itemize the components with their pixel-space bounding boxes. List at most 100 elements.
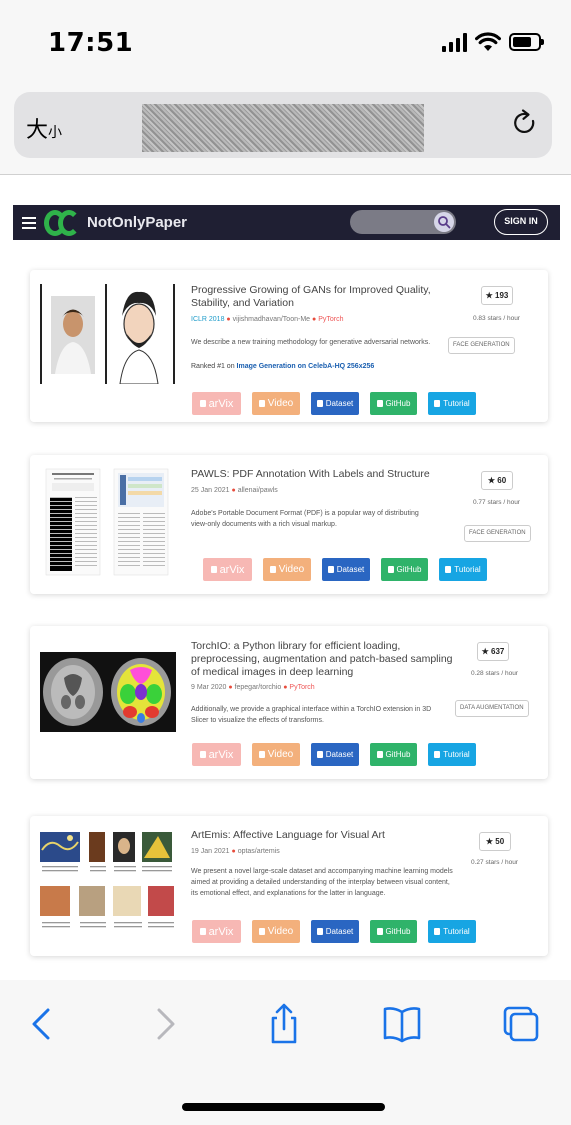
brand-name[interactable]: NotOnlyPaper [87, 214, 187, 231]
task-tag[interactable]: FACE GENERATION [464, 525, 531, 542]
github-icon [376, 751, 383, 758]
share-icon[interactable] [262, 1002, 306, 1046]
paper-thumbnail[interactable] [40, 467, 176, 577]
star-count-button[interactable]: ★ 637 [477, 642, 509, 661]
paper-title[interactable]: ArtEmis: Affective Language for Visual A… [191, 829, 451, 842]
rank-prefix: Ranked #1 on [191, 363, 235, 370]
video-button[interactable]: Video [252, 920, 300, 943]
site-logo[interactable] [44, 209, 80, 236]
paper-card: Progressive Growing of GANs for Improved… [30, 270, 548, 422]
arxiv-icon [199, 400, 206, 407]
forward-icon [157, 1008, 175, 1040]
github-label: GitHub [385, 750, 411, 759]
search-icon[interactable] [434, 212, 454, 232]
arxiv-button[interactable]: arVix [192, 392, 241, 415]
browser-toolbar [0, 980, 571, 1125]
star-count-button[interactable]: ★ 193 [481, 286, 513, 305]
arxiv-button[interactable]: arVix [203, 558, 252, 581]
paper-card: ArtEmis: Affective Language for Visual A… [30, 816, 548, 956]
framework-label: PyTorch [318, 316, 344, 323]
github-icon [387, 566, 394, 573]
conference-link[interactable]: ICLR 2018 [191, 316, 224, 323]
github-button[interactable]: GitHub [370, 920, 417, 943]
video-label: Video [278, 564, 305, 575]
resource-buttons: arVix Video Dataset GitHub Tutorial [192, 392, 476, 415]
repo-name[interactable]: vijishmadhavan/Toon-Me [233, 316, 310, 323]
github-icon [376, 400, 383, 407]
star-count-button[interactable]: ★ 50 [479, 832, 511, 851]
dataset-icon [316, 751, 323, 758]
resource-buttons: arVix Video Dataset GitHub Tutorial [192, 743, 476, 766]
dataset-button[interactable]: Dataset [322, 558, 370, 581]
address-bar[interactable]: 大小 [14, 92, 552, 158]
paper-title[interactable]: Progressive Growing of GANs for Improved… [191, 284, 451, 310]
phone-screen: 17:51 大小 NotOnlyPaper SIGN IN Progressiv… [0, 0, 571, 1125]
star-icon: ★ [481, 647, 489, 656]
star-count-button[interactable]: ★ 60 [481, 471, 513, 490]
paper-thumbnail[interactable] [40, 830, 176, 946]
github-label: GitHub [396, 565, 422, 574]
signal-icon [442, 32, 467, 52]
star-count: 60 [497, 476, 507, 485]
tutorial-label: Tutorial [454, 565, 481, 574]
ranking-line: Ranked #1 on Image Generation on CelebA-… [191, 363, 374, 370]
tabs-icon[interactable] [499, 1002, 543, 1046]
url-redacted[interactable] [142, 104, 424, 152]
star-rate: 0.77 stars / hour [473, 499, 520, 506]
paper-date: 25 Jan 2021 [191, 487, 230, 494]
video-label: Video [267, 749, 294, 760]
paper-title[interactable]: PAWLS: PDF Annotation With Labels and St… [191, 468, 451, 481]
tutorial-button[interactable]: Tutorial [428, 743, 476, 766]
github-button[interactable]: GitHub [381, 558, 428, 581]
paper-thumbnail[interactable] [40, 284, 176, 385]
text-size-small: 小 [48, 125, 63, 141]
paper-meta: ICLR 2018 ● vijishmadhavan/Toon-Me ● PyT… [191, 316, 344, 323]
dataset-button[interactable]: Dataset [311, 920, 359, 943]
arxiv-button[interactable]: arVix [192, 920, 241, 943]
github-button[interactable]: GitHub [370, 743, 417, 766]
dataset-icon [327, 566, 334, 573]
arxiv-button[interactable]: arVix [192, 743, 241, 766]
star-rate: 0.83 stars / hour [473, 315, 520, 322]
task-tag[interactable]: DATA AUGMENTATION [455, 700, 529, 717]
tutorial-button[interactable]: Tutorial [428, 920, 476, 943]
tutorial-button[interactable]: Tutorial [439, 558, 487, 581]
search-input[interactable] [350, 210, 456, 234]
video-label: Video [267, 398, 294, 409]
task-tag[interactable]: FACE GENERATION [448, 337, 515, 354]
bookmarks-icon[interactable] [380, 1002, 424, 1046]
arxiv-label: arVix [219, 563, 245, 576]
star-count: 50 [495, 837, 505, 846]
paper-thumbnail[interactable] [40, 652, 176, 732]
dataset-button[interactable]: Dataset [311, 743, 359, 766]
menu-icon[interactable] [22, 214, 36, 232]
star-rate: 0.27 stars / hour [471, 859, 518, 866]
paper-meta: 25 Jan 2021 ● allenai/pawls [191, 487, 278, 494]
star-count: 637 [491, 647, 505, 656]
home-indicator [182, 1103, 385, 1111]
wifi-icon [475, 32, 501, 51]
signin-button[interactable]: SIGN IN [494, 209, 548, 235]
dataset-button[interactable]: Dataset [311, 392, 359, 415]
video-button[interactable]: Video [252, 392, 300, 415]
tutorial-button[interactable]: Tutorial [428, 392, 476, 415]
repo-name[interactable]: optas/artemis [238, 848, 280, 855]
video-icon [258, 751, 265, 758]
video-button[interactable]: Video [263, 558, 311, 581]
repo-name[interactable]: fepegar/torchio [235, 684, 282, 691]
arxiv-icon [199, 928, 206, 935]
site-navbar: NotOnlyPaper SIGN IN [13, 205, 560, 240]
status-icons [442, 32, 544, 52]
status-bar: 17:51 [0, 0, 571, 88]
text-size-button[interactable]: 大小 [26, 112, 62, 144]
dataset-label: Dataset [325, 927, 354, 936]
github-label: GitHub [385, 399, 411, 408]
back-icon[interactable] [20, 1002, 64, 1046]
paper-card: PAWLS: PDF Annotation With Labels and St… [30, 455, 548, 594]
reload-icon[interactable] [510, 108, 540, 138]
repo-name[interactable]: allenai/pawls [238, 487, 278, 494]
rank-link[interactable]: Image Generation on CelebA-HQ 256x256 [237, 363, 375, 370]
github-button[interactable]: GitHub [370, 392, 417, 415]
paper-title[interactable]: TorchIO: a Python library for efficient … [191, 640, 456, 679]
video-button[interactable]: Video [252, 743, 300, 766]
